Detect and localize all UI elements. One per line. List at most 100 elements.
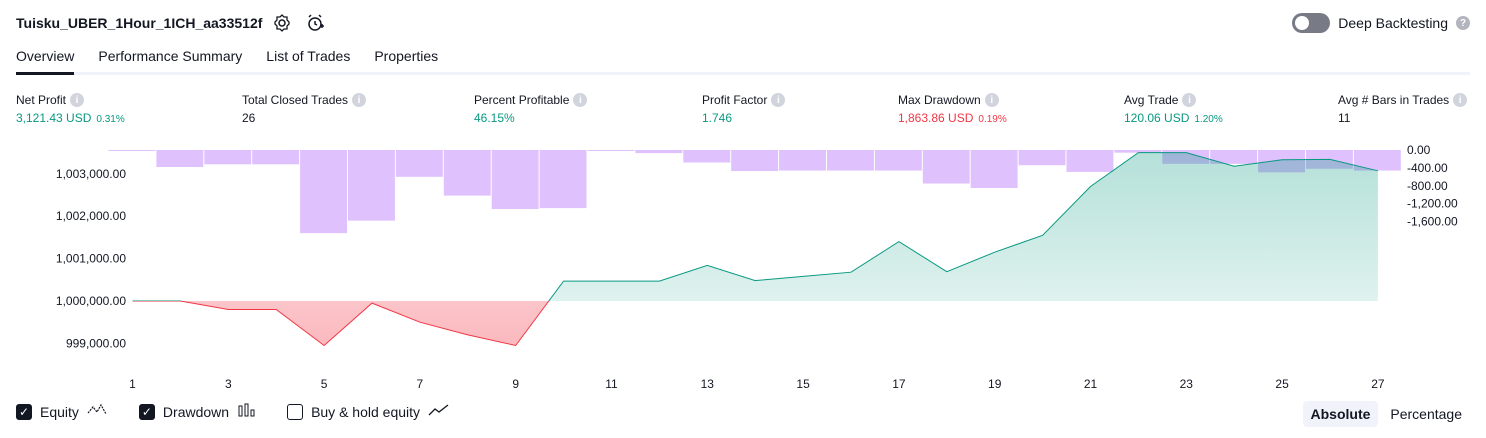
metric-label: Avg Trade (1124, 93, 1179, 107)
drawdown-bar (300, 150, 347, 234)
metric-percent: 0.31% (96, 114, 125, 125)
deep-backtesting-label: Deep Backtesting (1338, 15, 1448, 31)
percentage-button[interactable]: Percentage (1382, 401, 1470, 427)
buy-hold-line-icon (428, 403, 450, 420)
equity-drawdown-chart: 1,003,000.00 1,002,000.00 1,001,000.00 1,00… (56, 143, 1458, 391)
drawdown-bar (635, 150, 683, 154)
metric-label: Max Drawdown (898, 93, 981, 107)
drawdown-bar (922, 150, 970, 184)
help-icon[interactable]: ? (1456, 16, 1470, 30)
legend-equity[interactable]: ✓ Equity (16, 403, 109, 420)
metric-label: Net Profit (16, 93, 67, 107)
drawdown-bar (395, 150, 443, 177)
drawdown-bar (779, 150, 826, 171)
drawdown-bar (108, 150, 156, 151)
strategy-title: Tuisku_UBER_1Hour_1ICH_aa33512f (16, 15, 263, 31)
metric-avg-trade: Avg Trade i 120.06 USD 1.20% (1124, 93, 1223, 125)
drawdown-bar (587, 150, 635, 151)
info-icon[interactable]: i (352, 93, 367, 107)
drawdown-bar (252, 150, 300, 165)
right-axis-tick: 0.00 (1407, 143, 1431, 157)
drawdown-bar (970, 150, 1018, 188)
settings-icon[interactable] (272, 13, 292, 33)
drawdown-bar (1066, 150, 1114, 172)
metric-avg-bars-in-trades: Avg # Bars in Trades i 11 (1338, 93, 1468, 125)
info-icon[interactable]: i (1182, 93, 1197, 107)
metric-percent: 1.20% (1194, 114, 1223, 125)
metric-value: 120.06 USD (1124, 111, 1190, 125)
info-icon[interactable]: i (70, 93, 85, 107)
deep-backtesting-control: Deep Backtesting ? (1292, 13, 1470, 33)
metric-max-drawdown: Max Drawdown i 1,863.86 USD 0.19% (898, 93, 1007, 125)
drawdown-bar (491, 150, 539, 210)
drawdown-bar (1018, 150, 1066, 166)
left-axis-tick: 999,000.00 (66, 336, 126, 350)
x-axis-tick: 15 (796, 377, 810, 391)
info-icon[interactable]: i (984, 93, 999, 107)
metric-percent: 0.19% (978, 114, 1007, 125)
right-axis-tick: -400.00 (1407, 161, 1448, 175)
x-axis-tick: 7 (417, 377, 424, 391)
metric-value: 26 (242, 111, 256, 125)
x-axis-tick: 11 (605, 377, 618, 391)
buy-hold-checkbox[interactable] (287, 403, 304, 420)
metric-value: 46.15% (474, 111, 515, 125)
metric-label: Profit Factor (702, 93, 768, 107)
right-axis-tick: -1,600.00 (1407, 215, 1458, 229)
metric-profit-factor: Profit Factor i 1.746 (702, 93, 786, 125)
tab-bar: Overview Performance Summary List of Tra… (16, 48, 438, 75)
drawdown-bar (683, 150, 731, 163)
info-icon[interactable]: i (771, 93, 786, 107)
metric-label: Percent Profitable (474, 93, 570, 107)
info-icon[interactable]: i (1453, 93, 1468, 107)
drawdown-checkbox[interactable]: ✓ (138, 403, 155, 420)
add-alert-icon[interactable] (305, 13, 325, 33)
left-axis-tick: 1,001,000.00 (56, 252, 126, 266)
legend-equity-label: Equity (40, 403, 79, 420)
legend-buy-hold[interactable]: Buy & hold equity (287, 403, 450, 420)
value-mode-switch: Absolute Percentage (1302, 401, 1471, 427)
right-axis-tick: -800.00 (1407, 179, 1448, 193)
metric-percent-profitable: Percent Profitable i 46.15% (474, 93, 588, 125)
x-axis-tick: 25 (1275, 377, 1289, 391)
equity-checkbox[interactable]: ✓ (16, 403, 32, 420)
legend-drawdown[interactable]: ✓ Drawdown (138, 403, 257, 420)
info-icon[interactable]: i (573, 93, 588, 107)
right-axis-tick: -1,200.00 (1407, 197, 1458, 211)
drawdown-bar (539, 150, 587, 209)
drawdown-bars-icon (237, 403, 257, 420)
tab-overview[interactable]: Overview (16, 48, 75, 75)
left-axis-tick: 1,003,000.00 (56, 167, 126, 181)
x-axis-tick: 17 (892, 377, 906, 391)
x-axis-tick: 23 (1180, 377, 1194, 391)
drawdown-bar (348, 150, 395, 221)
tab-list-of-trades[interactable]: List of Trades (266, 48, 350, 75)
chart-legend: ✓ Equity ✓ Drawdown Buy & hold equity (16, 403, 480, 420)
x-axis-tick: 5 (321, 377, 328, 391)
drawdown-bar (827, 150, 874, 171)
drawdown-bar (731, 150, 779, 172)
x-axis-tick: 21 (1084, 377, 1098, 391)
x-axis-tick: 19 (988, 377, 1002, 391)
x-axis-tick: 27 (1371, 377, 1385, 391)
x-axis-tick: 3 (225, 377, 232, 391)
metric-value: 3,121.43 USD (16, 111, 92, 125)
tab-performance-summary[interactable]: Performance Summary (98, 48, 242, 75)
drawdown-bar (156, 150, 204, 167)
metric-label: Total Closed Trades (242, 93, 349, 107)
left-axis-tick: 1,000,000.00 (56, 294, 126, 308)
x-axis-tick: 1 (129, 377, 136, 391)
metric-net-profit: Net Profit i 3,121.43 USD 0.31% (16, 93, 125, 125)
metric-label: Avg # Bars in Trades (1338, 93, 1450, 107)
legend-drawdown-label: Drawdown (162, 403, 230, 420)
drawdown-bar (204, 150, 252, 165)
metric-value: 1.746 (702, 111, 733, 125)
x-axis-tick: 13 (701, 377, 715, 391)
metric-value: 11 (1338, 111, 1351, 125)
legend-buy-hold-label: Buy & hold equity (311, 403, 421, 420)
equity-line-icon (87, 403, 109, 420)
tab-properties[interactable]: Properties (374, 48, 438, 75)
deep-backtesting-toggle[interactable] (1292, 13, 1331, 33)
metric-total-closed-trades: Total Closed Trades i 26 (242, 93, 367, 125)
absolute-button[interactable]: Absolute (1302, 401, 1379, 427)
